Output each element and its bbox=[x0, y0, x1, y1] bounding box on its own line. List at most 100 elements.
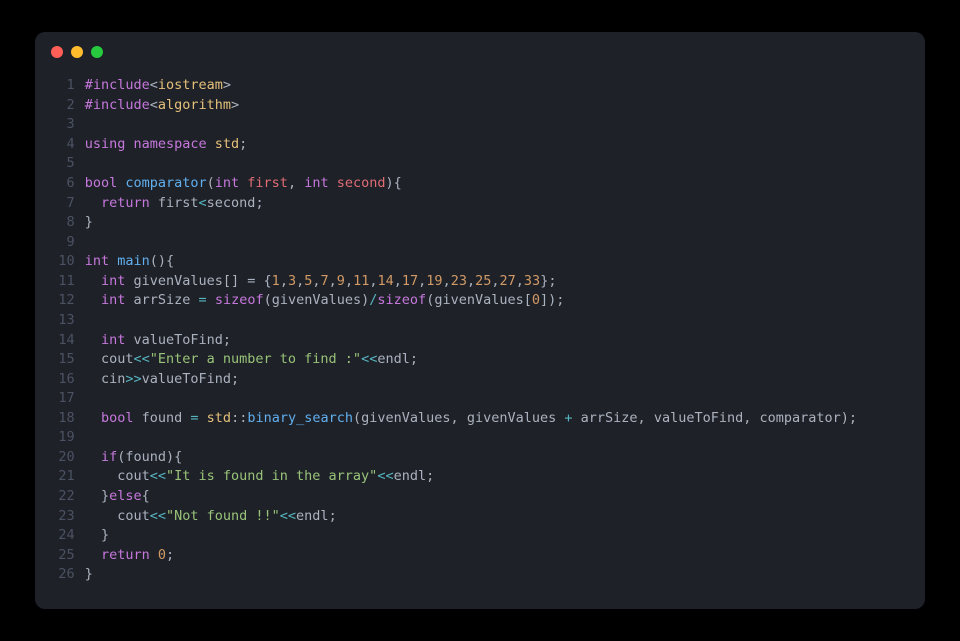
code-line: 9 bbox=[55, 233, 905, 253]
code-content: } bbox=[85, 565, 905, 585]
token-ident: arrSize bbox=[133, 292, 190, 308]
token-op: << bbox=[133, 351, 149, 367]
code-content bbox=[85, 115, 905, 135]
token-type: int bbox=[101, 273, 125, 289]
token-plain bbox=[85, 508, 118, 524]
token-op: = bbox=[199, 292, 207, 308]
token-punct: , bbox=[467, 273, 475, 289]
zoom-icon[interactable] bbox=[91, 46, 103, 58]
token-type: int bbox=[304, 175, 328, 191]
code-line: 8} bbox=[55, 213, 905, 233]
token-punct: (){ bbox=[150, 253, 174, 269]
token-ident: first bbox=[158, 195, 199, 211]
line-number: 20 bbox=[55, 448, 85, 468]
token-plain bbox=[85, 468, 118, 484]
token-punct: ; bbox=[231, 371, 239, 387]
line-number: 2 bbox=[55, 96, 85, 116]
line-number: 11 bbox=[55, 272, 85, 292]
token-num: 0 bbox=[532, 292, 540, 308]
token-ident: givenValues bbox=[133, 273, 222, 289]
token-punct: ( bbox=[264, 292, 272, 308]
token-punct: } bbox=[85, 566, 93, 582]
token-ident: endl bbox=[377, 351, 410, 367]
token-plain bbox=[150, 547, 158, 563]
code-content bbox=[85, 233, 905, 253]
token-num: 19 bbox=[426, 273, 442, 289]
line-number: 5 bbox=[55, 154, 85, 174]
token-plain bbox=[133, 410, 141, 426]
token-op: < bbox=[199, 195, 207, 211]
token-punct: , bbox=[296, 273, 304, 289]
token-op: = bbox=[190, 410, 198, 426]
token-ident: endl bbox=[394, 468, 427, 484]
code-content: } bbox=[85, 213, 905, 233]
token-punct: [] = { bbox=[223, 273, 272, 289]
token-num: 11 bbox=[353, 273, 369, 289]
token-ident: endl bbox=[296, 508, 329, 524]
token-punct: > bbox=[223, 77, 231, 93]
line-number: 16 bbox=[55, 370, 85, 390]
token-ident: cout bbox=[117, 468, 150, 484]
code-line: 12 int arrSize = sizeof(givenValues)/siz… bbox=[55, 291, 905, 311]
token-punct: ( bbox=[207, 175, 215, 191]
token-punct: ; bbox=[223, 332, 231, 348]
token-str: "Enter a number to find :" bbox=[150, 351, 361, 367]
token-num: 7 bbox=[321, 273, 329, 289]
code-content: }else{ bbox=[85, 487, 905, 507]
line-number: 22 bbox=[55, 487, 85, 507]
token-punct: { bbox=[142, 488, 150, 504]
token-fn: binary_search bbox=[247, 410, 353, 426]
code-content: return first<second; bbox=[85, 194, 905, 214]
code-line: 15 cout<<"Enter a number to find :"<<end… bbox=[55, 350, 905, 370]
token-plain bbox=[85, 332, 101, 348]
code-content: if(found){ bbox=[85, 448, 905, 468]
token-plain bbox=[573, 410, 581, 426]
line-number: 1 bbox=[55, 76, 85, 96]
token-num: 17 bbox=[402, 273, 418, 289]
code-line: 2#include<algorithm> bbox=[55, 96, 905, 116]
line-number: 9 bbox=[55, 233, 85, 253]
token-num: 23 bbox=[451, 273, 467, 289]
token-op: >> bbox=[125, 371, 141, 387]
token-plain bbox=[85, 195, 101, 211]
code-content bbox=[85, 154, 905, 174]
line-number: 23 bbox=[55, 507, 85, 527]
code-content: bool found = std::binary_search(givenVal… bbox=[85, 409, 905, 429]
token-plain bbox=[85, 410, 101, 426]
token-punct: ; bbox=[166, 547, 174, 563]
line-number: 14 bbox=[55, 331, 85, 351]
code-content: cin>>valueToFind; bbox=[85, 370, 905, 390]
line-number: 12 bbox=[55, 291, 85, 311]
token-num: 3 bbox=[288, 273, 296, 289]
token-ident: givenValues bbox=[361, 410, 450, 426]
minimize-icon[interactable] bbox=[71, 46, 83, 58]
token-kw: using bbox=[85, 136, 126, 152]
token-num: 0 bbox=[158, 547, 166, 563]
token-op: << bbox=[150, 508, 166, 524]
token-punct: , bbox=[491, 273, 499, 289]
token-plain bbox=[85, 527, 101, 543]
code-line: 3 bbox=[55, 115, 905, 135]
code-content: #include<algorithm> bbox=[85, 96, 905, 116]
token-punct: , bbox=[638, 410, 654, 426]
token-punct: ){ bbox=[166, 449, 182, 465]
code-content: cout<<"Enter a number to find :"<<endl; bbox=[85, 350, 905, 370]
close-icon[interactable] bbox=[51, 46, 63, 58]
token-punct: , bbox=[451, 410, 467, 426]
token-plain bbox=[85, 292, 101, 308]
token-ident: found bbox=[125, 449, 166, 465]
token-prop: iostream bbox=[158, 77, 223, 93]
token-num: 1 bbox=[272, 273, 280, 289]
code-line: 10int main(){ bbox=[55, 252, 905, 272]
code-line: 13 bbox=[55, 311, 905, 331]
token-punct: ); bbox=[841, 410, 857, 426]
code-editor[interactable]: 1#include<iostream>2#include<algorithm>3… bbox=[35, 64, 925, 609]
line-number: 3 bbox=[55, 115, 85, 135]
token-punct: }; bbox=[540, 273, 556, 289]
token-fn: comparator bbox=[125, 175, 206, 191]
token-type: int bbox=[215, 175, 239, 191]
code-content: return 0; bbox=[85, 546, 905, 566]
token-ident: givenValues bbox=[434, 292, 523, 308]
token-plain bbox=[150, 195, 158, 211]
token-punct: , bbox=[312, 273, 320, 289]
